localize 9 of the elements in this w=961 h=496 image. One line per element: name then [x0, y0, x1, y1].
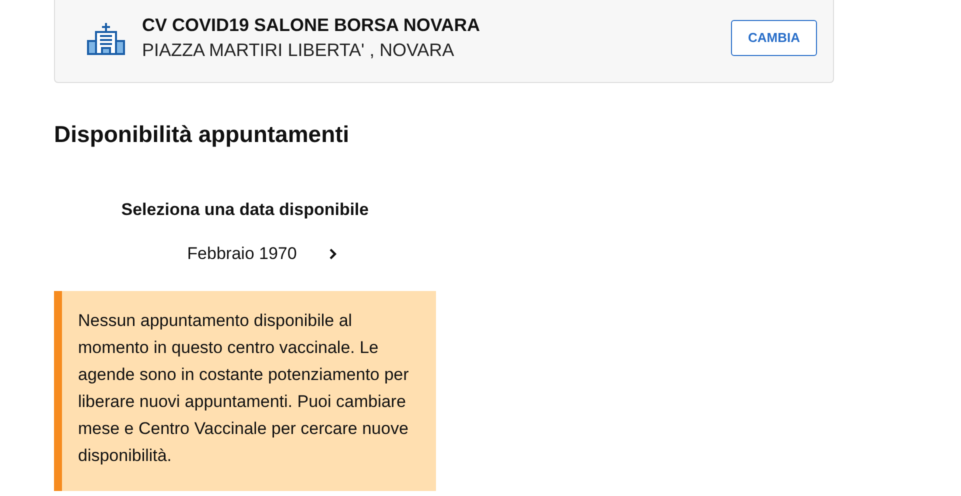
- alert-text: Nessun appuntamento disponibile al momento in questo centro vaccinale. Le agende sono in costante potenziamento per liberare nuovi appuntamenti. Puoi cambiare mese e Centro Vaccinale per cercare nuove disponibilità.: [78, 310, 410, 467]
- center-address: PIAZZA MARTIRI LIBERTA' , NOVARA: [142, 40, 456, 60]
- center-name: CV COVID19 SALONE BORSA NOVARA: [142, 14, 482, 36]
- next-month-icon[interactable]: [328, 248, 337, 260]
- month-label: Febbraio 1970: [187, 244, 297, 264]
- section-title: Disponibilità appuntamenti: [54, 121, 350, 148]
- calendar-prompt: Seleziona una data disponibile: [121, 200, 369, 220]
- hospital-icon: [86, 20, 126, 54]
- change-button[interactable]: CAMBIA: [731, 20, 817, 56]
